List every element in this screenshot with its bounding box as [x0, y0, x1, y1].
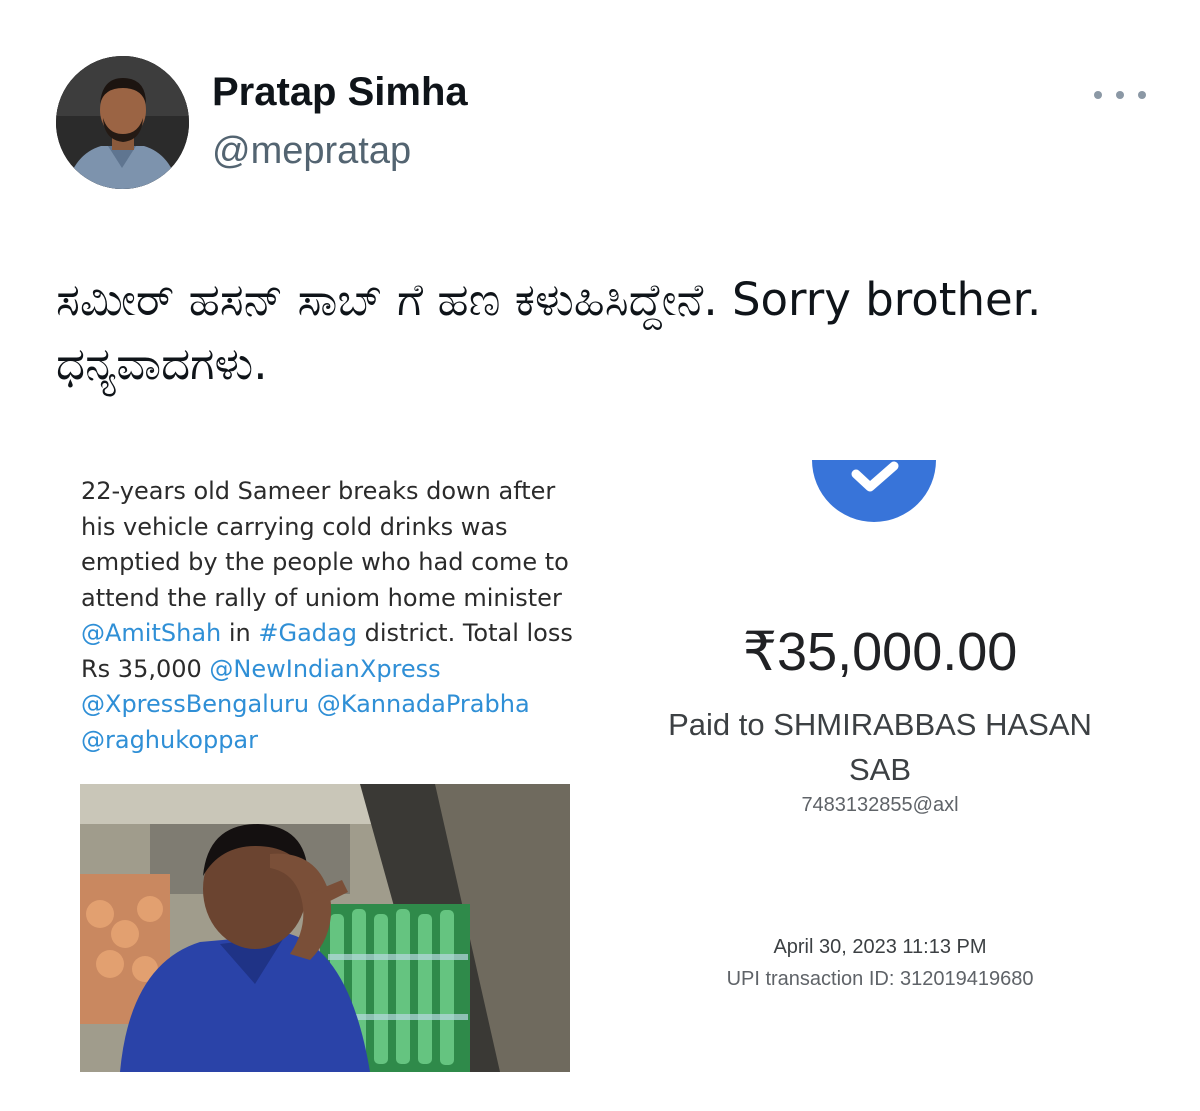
- tweet-media[interactable]: 22-years old Sameer breaks down after hi…: [56, 438, 1144, 1088]
- more-horizontal-icon: [1094, 91, 1102, 99]
- payee-name: Paid to SHMIRABBAS HASAN SAB: [668, 707, 1092, 787]
- author-handle[interactable]: @mepratap: [212, 130, 411, 173]
- news-text-part: in: [221, 619, 259, 647]
- news-text: 22-years old Sameer breaks down after hi…: [81, 474, 581, 758]
- transaction-id: UPI transaction ID: 312019419680: [726, 968, 1034, 990]
- more-options-button[interactable]: [1094, 82, 1146, 108]
- news-photo: [80, 784, 570, 1072]
- payment-receipt: ₹35,000.00 Paid to SHMIRABBAS HASAN SAB …: [616, 438, 1144, 1088]
- payee-upi-id: 7483132855@axl: [801, 794, 959, 816]
- check-circle-icon: [812, 460, 936, 522]
- news-text-part: 22-years old Sameer breaks down after hi…: [81, 477, 569, 612]
- news-card: 22-years old Sameer breaks down after hi…: [56, 438, 600, 1088]
- payment-datetime: April 30, 2023 11:13 PM: [773, 936, 987, 958]
- tweet-text: ಸಮೀರ್ ಹಸನ್ ಸಾಬ್ ಗೆ ಹಣ ಕಳುಹಿಸಿದ್ದೇನೆ. Sor…: [56, 273, 1042, 390]
- mention-link[interactable]: @raghukoppar: [81, 726, 258, 754]
- mention-link[interactable]: @NewIndianXpress: [209, 655, 440, 683]
- avatar[interactable]: [56, 56, 189, 189]
- more-horizontal-icon: [1138, 91, 1146, 99]
- mention-link[interactable]: @AmitShah: [81, 619, 221, 647]
- more-horizontal-icon: [1116, 91, 1124, 99]
- mention-link[interactable]: @KannadaPrabha: [317, 690, 530, 718]
- author-name[interactable]: Pratap Simha: [212, 70, 468, 115]
- payment-amount: ₹35,000.00: [742, 622, 1018, 682]
- hashtag-link[interactable]: #Gadag: [258, 619, 357, 647]
- mention-link[interactable]: @XpressBengaluru: [81, 690, 309, 718]
